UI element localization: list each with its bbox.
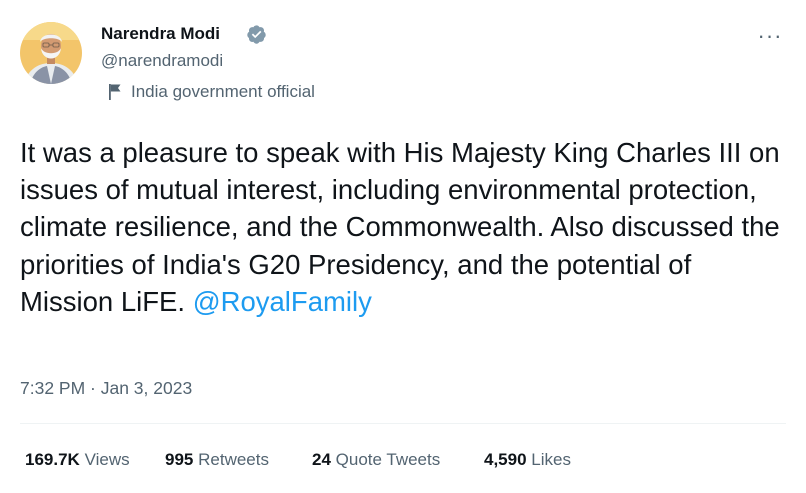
stat-label: Quote Tweets — [335, 450, 441, 469]
flag-icon — [109, 84, 121, 100]
stat-count: 995 — [165, 450, 194, 469]
tweet-text: It was a pleasure to speak with His Maje… — [20, 134, 790, 320]
affiliation-label: India government official — [131, 82, 315, 101]
mention-link[interactable]: @RoyalFamily — [193, 286, 372, 317]
stat-label: Retweets — [198, 450, 269, 469]
author-display-name[interactable]: Narendra Modi — [101, 22, 220, 46]
more-options-icon[interactable]: ··· — [752, 23, 788, 49]
tweet-body: It was a pleasure to speak with His Maje… — [20, 137, 780, 317]
author-handle[interactable]: @narendramodi — [101, 50, 223, 72]
stat-count: 24 — [312, 450, 331, 469]
stat-quote-tweets[interactable]: 24 Quote Tweets — [312, 449, 440, 471]
stat-label: Views — [84, 450, 130, 469]
stat-likes[interactable]: 4,590 Likes — [484, 449, 571, 471]
avatar-image — [20, 22, 82, 84]
divider — [20, 423, 786, 424]
author-avatar[interactable] — [20, 22, 82, 84]
stat-retweets[interactable]: 995 Retweets — [165, 449, 269, 471]
tweet-card: Narendra Modi @narendramodi India govern… — [0, 0, 806, 493]
stat-count: 169.7K — [25, 450, 80, 469]
stat-label: Likes — [531, 450, 571, 469]
tweet-timestamp[interactable]: 7:32 PM · Jan 3, 2023 — [20, 377, 192, 399]
stat-count: 4,590 — [484, 450, 527, 469]
stat-views[interactable]: 169.7K Views — [25, 449, 130, 471]
verified-badge-icon — [247, 25, 266, 44]
